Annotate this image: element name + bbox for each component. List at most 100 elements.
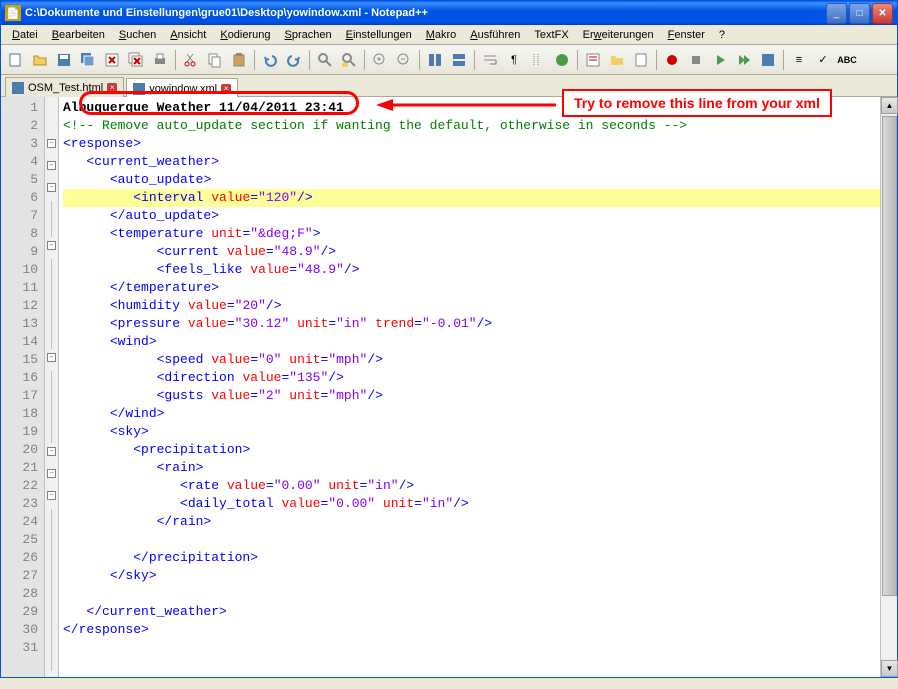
- menu-item-fenster[interactable]: Fenster: [661, 27, 712, 42]
- code-line[interactable]: [63, 639, 893, 657]
- tab-close-button[interactable]: ×: [107, 83, 117, 93]
- code-line[interactable]: <current_weather>: [63, 153, 893, 171]
- code-line[interactable]: <direction value="135"/>: [63, 369, 893, 387]
- code-line[interactable]: <auto_update>: [63, 171, 893, 189]
- lang-button[interactable]: [551, 49, 573, 71]
- menu-item-textfx[interactable]: TextFX: [527, 27, 575, 42]
- redo-button[interactable]: [283, 49, 305, 71]
- code-line[interactable]: <rate value="0.00" unit="in"/>: [63, 477, 893, 495]
- fold-toggle[interactable]: −: [47, 491, 56, 500]
- macro-record-button[interactable]: [661, 49, 683, 71]
- code-line[interactable]: <rain>: [63, 459, 893, 477]
- sync-h-button[interactable]: [448, 49, 470, 71]
- line-number: 14: [3, 333, 38, 351]
- menu-item-einstellungen[interactable]: Einstellungen: [339, 27, 419, 42]
- doc-map-button[interactable]: [630, 49, 652, 71]
- code-line[interactable]: <speed value="0" unit="mph"/>: [63, 351, 893, 369]
- find-button[interactable]: [314, 49, 336, 71]
- function-list-button[interactable]: [582, 49, 604, 71]
- fold-toggle[interactable]: −: [47, 183, 56, 192]
- fold-toggle[interactable]: −: [47, 241, 56, 250]
- wordwrap-button[interactable]: [479, 49, 501, 71]
- copy-button[interactable]: [204, 49, 226, 71]
- titlebar[interactable]: 📄 C:\Dokumente und Einstellungen\grue01\…: [1, 1, 897, 25]
- window-controls: _ □ ✕: [826, 3, 893, 24]
- undo-button[interactable]: [259, 49, 281, 71]
- menu-item-ansicht[interactable]: Ansicht: [163, 27, 213, 42]
- macro-save-button[interactable]: [757, 49, 779, 71]
- indent-guide-button[interactable]: [527, 49, 549, 71]
- scroll-up-button[interactable]: ▲: [881, 97, 898, 114]
- code-line[interactable]: </rain>: [63, 513, 893, 531]
- code-line[interactable]: <humidity value="20"/>: [63, 297, 893, 315]
- menu-item-suchen[interactable]: Suchen: [112, 27, 163, 42]
- replace-button[interactable]: [338, 49, 360, 71]
- tab-yowindow-xml[interactable]: yowindow.xml×: [126, 78, 238, 98]
- line-number: 2: [3, 117, 38, 135]
- open-file-button[interactable]: [29, 49, 51, 71]
- code-line[interactable]: <wind>: [63, 333, 893, 351]
- code-line[interactable]: <sky>: [63, 423, 893, 441]
- menu-item-ausführen[interactable]: Ausführen: [463, 27, 527, 42]
- close-file-button[interactable]: [101, 49, 123, 71]
- code-line[interactable]: <!-- Remove auto_update section if wanti…: [63, 117, 893, 135]
- fold-toggle[interactable]: −: [47, 447, 56, 456]
- code-line[interactable]: </wind>: [63, 405, 893, 423]
- code-line[interactable]: </precipitation>: [63, 549, 893, 567]
- code-area[interactable]: Albuquerque Weather 11/04/2011 23:41<!--…: [59, 97, 897, 677]
- code-line[interactable]: </sky>: [63, 567, 893, 585]
- show-all-chars-button[interactable]: ¶: [503, 49, 525, 71]
- code-line[interactable]: <interval value="120"/>: [63, 189, 893, 207]
- zoom-out-button[interactable]: [393, 49, 415, 71]
- code-line[interactable]: <response>: [63, 135, 893, 153]
- tab-close-button[interactable]: ×: [221, 84, 231, 94]
- fold-toggle[interactable]: −: [47, 353, 56, 362]
- sync-v-button[interactable]: [424, 49, 446, 71]
- menu-item-bearbeiten[interactable]: Bearbeiten: [45, 27, 112, 42]
- code-line[interactable]: <pressure value="30.12" unit="in" trend=…: [63, 315, 893, 333]
- code-line[interactable]: <current value="48.9"/>: [63, 243, 893, 261]
- code-line[interactable]: <gusts value="2" unit="mph"/>: [63, 387, 893, 405]
- code-line[interactable]: </temperature>: [63, 279, 893, 297]
- code-line[interactable]: </current_weather>: [63, 603, 893, 621]
- code-line[interactable]: [63, 531, 893, 549]
- save-all-button[interactable]: [77, 49, 99, 71]
- fold-toggle[interactable]: −: [47, 139, 56, 148]
- code-line[interactable]: <precipitation>: [63, 441, 893, 459]
- fold-toggle[interactable]: −: [47, 469, 56, 478]
- close-button[interactable]: ✕: [872, 3, 893, 24]
- menu-item-?[interactable]: ?: [712, 27, 732, 42]
- code-line[interactable]: <temperature unit="&deg;F">: [63, 225, 893, 243]
- cut-button[interactable]: [180, 49, 202, 71]
- menu-item-erweiterungen[interactable]: Erweiterungen: [576, 27, 661, 42]
- minimize-button[interactable]: _: [826, 3, 847, 24]
- new-file-button[interactable]: [5, 49, 27, 71]
- macro-play-multi-button[interactable]: [733, 49, 755, 71]
- scroll-thumb[interactable]: [882, 116, 897, 596]
- paste-button[interactable]: [228, 49, 250, 71]
- close-all-button[interactable]: [125, 49, 147, 71]
- code-line[interactable]: </response>: [63, 621, 893, 639]
- tab-osm_test-html[interactable]: OSM_Test.html×: [5, 77, 124, 97]
- print-button[interactable]: [149, 49, 171, 71]
- macro-play-button[interactable]: [709, 49, 731, 71]
- zoom-in-button[interactable]: [369, 49, 391, 71]
- folder-view-button[interactable]: [606, 49, 628, 71]
- code-line[interactable]: <feels_like value="48.9"/>: [63, 261, 893, 279]
- code-line[interactable]: <daily_total value="0.00" unit="in"/>: [63, 495, 893, 513]
- macro-stop-button[interactable]: [685, 49, 707, 71]
- plugin-c-button[interactable]: ABC: [836, 49, 858, 71]
- plugin-a-button[interactable]: ≡: [788, 49, 810, 71]
- plugin-b-button[interactable]: ✓: [812, 49, 834, 71]
- code-line[interactable]: </auto_update>: [63, 207, 893, 225]
- menu-item-sprachen[interactable]: Sprachen: [278, 27, 339, 42]
- maximize-button[interactable]: □: [849, 3, 870, 24]
- vertical-scrollbar[interactable]: ▲ ▼: [880, 97, 897, 677]
- menu-item-makro[interactable]: Makro: [419, 27, 464, 42]
- scroll-down-button[interactable]: ▼: [881, 660, 898, 677]
- code-line[interactable]: [63, 585, 893, 603]
- fold-toggle[interactable]: −: [47, 161, 56, 170]
- save-button[interactable]: [53, 49, 75, 71]
- menu-item-datei[interactable]: Datei: [5, 27, 45, 42]
- menu-item-kodierung[interactable]: Kodierung: [213, 27, 277, 42]
